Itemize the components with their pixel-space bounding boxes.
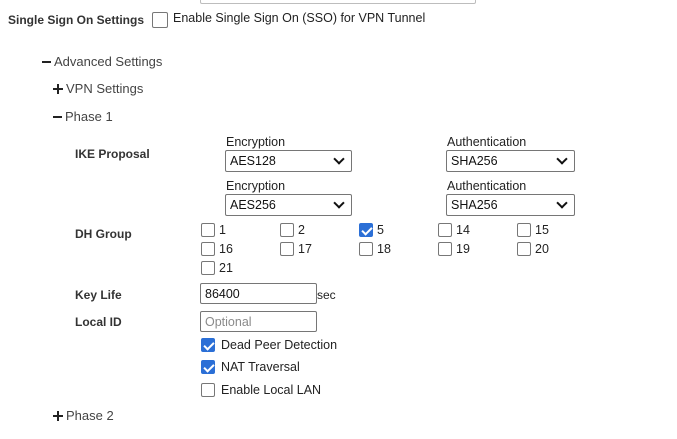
local-lan-option[interactable]: Enable Local LAN: [201, 383, 321, 397]
dh-option-label: 18: [377, 242, 391, 256]
chevron-down-icon: [556, 153, 568, 165]
dh-option[interactable]: 18: [359, 242, 391, 256]
sso-checkbox[interactable]: [152, 12, 168, 28]
authentication-select[interactable]: SHA256: [446, 150, 575, 172]
expand-icon: [53, 410, 63, 421]
local-lan-checkbox[interactable]: [201, 383, 215, 397]
dh-checkbox[interactable]: [201, 223, 215, 237]
encryption-select[interactable]: AES256: [225, 194, 352, 216]
phase1-label: Phase 1: [65, 109, 113, 124]
dh-option-label: 2: [298, 223, 305, 237]
dh-option[interactable]: 17: [280, 242, 312, 256]
dh-option-label: 19: [456, 242, 470, 256]
dh-option[interactable]: 14: [438, 223, 470, 237]
dh-checkbox[interactable]: [280, 223, 294, 237]
dh-checkbox[interactable]: [201, 242, 215, 256]
nat-traversal-checkbox[interactable]: [201, 360, 215, 374]
authentication-label: Authentication: [447, 135, 527, 149]
dh-option[interactable]: 15: [517, 223, 549, 237]
chevron-down-icon: [556, 197, 568, 209]
dh-option-label: 16: [219, 242, 233, 256]
nat-option[interactable]: NAT Traversal: [201, 360, 300, 374]
dh-checkbox[interactable]: [280, 242, 294, 256]
phase2-label: Phase 2: [66, 408, 114, 423]
dh-checkbox[interactable]: [438, 223, 452, 237]
advanced-settings-label: Advanced Settings: [54, 54, 163, 69]
nat-traversal-label: NAT Traversal: [221, 360, 300, 374]
key-life-unit: sec: [317, 288, 336, 302]
dh-option-label: 17: [298, 242, 312, 256]
dh-option[interactable]: 20: [517, 242, 549, 256]
dpd-option[interactable]: Dead Peer Detection: [201, 338, 337, 352]
authentication-select[interactable]: SHA256: [446, 194, 575, 216]
encryption-value: AES128: [230, 154, 276, 168]
dh-group-label: DH Group: [75, 227, 132, 241]
key-life-input[interactable]: [200, 283, 317, 304]
sso-checkbox-label[interactable]: Enable Single Sign On (SSO) for VPN Tunn…: [173, 11, 425, 25]
dh-option-label: 15: [535, 223, 549, 237]
dh-option-label: 1: [219, 223, 226, 237]
dpd-label: Dead Peer Detection: [221, 338, 338, 352]
dh-option-label: 5: [377, 223, 384, 237]
dh-option-label: 14: [456, 223, 470, 237]
dh-option[interactable]: 1: [201, 223, 226, 237]
dh-option-label: 21: [219, 261, 233, 275]
encryption-value: AES256: [230, 198, 276, 212]
authentication-value: SHA256: [451, 198, 498, 212]
dh-checkbox[interactable]: [438, 242, 452, 256]
vpn-settings-label: VPN Settings: [66, 81, 144, 96]
chevron-down-icon: [333, 197, 345, 209]
dh-checkbox[interactable]: [359, 242, 373, 256]
ike-proposal-label: IKE Proposal: [75, 147, 150, 161]
dpd-checkbox[interactable]: [201, 338, 215, 352]
collapse-icon: [42, 60, 51, 63]
collapse-icon: [53, 115, 62, 118]
dh-option[interactable]: 16: [201, 242, 233, 256]
encryption-label: Encryption: [226, 135, 286, 149]
dh-checkbox[interactable]: [359, 223, 373, 237]
phase1-toggle[interactable]: Phase 1: [53, 109, 113, 124]
phase2-toggle[interactable]: Phase 2: [53, 408, 114, 423]
advanced-settings-toggle[interactable]: Advanced Settings: [42, 54, 162, 69]
dh-option[interactable]: 19: [438, 242, 470, 256]
encryption-label: Encryption: [226, 179, 286, 193]
dh-checkbox[interactable]: [517, 223, 531, 237]
dh-option[interactable]: 21: [201, 261, 233, 275]
sso-section-label: Single Sign On Settings: [8, 13, 145, 27]
expand-icon: [53, 83, 63, 94]
dh-checkbox[interactable]: [517, 242, 531, 256]
local-id-label: Local ID: [75, 315, 122, 329]
vpn-settings-toggle[interactable]: VPN Settings: [53, 81, 143, 96]
key-life-label: Key Life: [75, 288, 122, 302]
previous-field-input[interactable]: [200, 0, 476, 4]
local-id-input[interactable]: [200, 311, 317, 332]
dh-option-label: 20: [535, 242, 549, 256]
dh-checkbox[interactable]: [201, 261, 215, 275]
dh-option[interactable]: 2: [280, 223, 305, 237]
dh-option[interactable]: 5: [359, 223, 384, 237]
chevron-down-icon: [333, 153, 345, 165]
authentication-value: SHA256: [451, 154, 498, 168]
local-lan-label: Enable Local LAN: [221, 383, 322, 397]
authentication-label: Authentication: [447, 179, 527, 193]
encryption-select[interactable]: AES128: [225, 150, 352, 172]
